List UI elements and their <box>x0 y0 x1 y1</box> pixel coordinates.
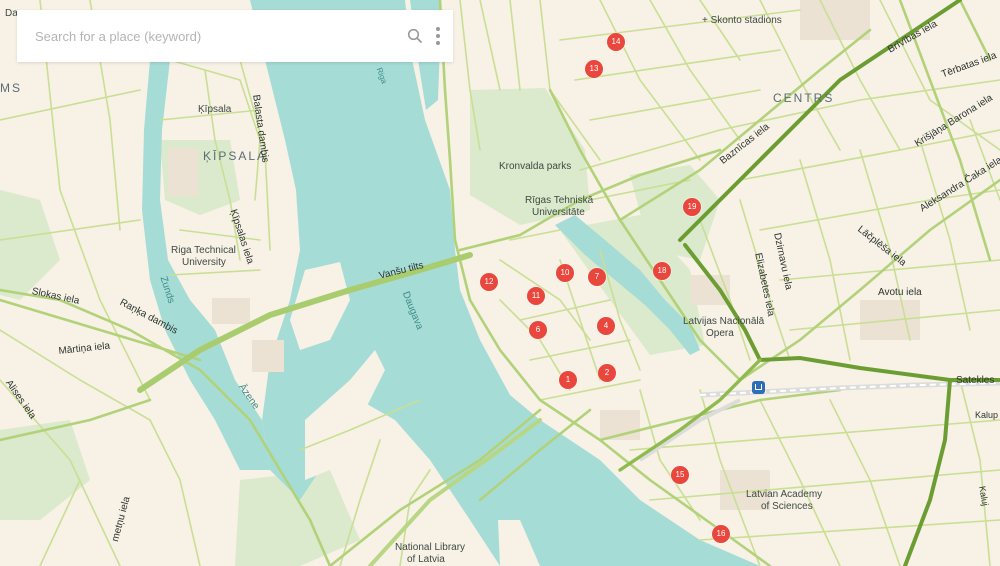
place-marker[interactable]: 15 <box>671 466 689 484</box>
poi-label-rtu-centre-1: Rīgas Tehniskā <box>525 195 594 206</box>
search-panel <box>17 10 453 62</box>
map-canvas[interactable]: MS Da Ķīpsala ĶĪPSALA CENTRS + Skonto st… <box>0 0 1000 566</box>
poi-label-academy-2: of Sciences <box>761 501 813 512</box>
poi-label-rtu-1: Riga Technical <box>171 245 236 256</box>
map-base <box>0 0 1000 566</box>
place-marker[interactable]: 10 <box>556 264 574 282</box>
place-marker[interactable]: 7 <box>588 268 606 286</box>
road-label-satekles: Satekles <box>956 375 995 386</box>
poi-label-opera-2: Opera <box>706 328 734 339</box>
area-label: Da <box>5 8 18 19</box>
place-marker[interactable]: 14 <box>607 33 625 51</box>
road-label-kalup: Kalup <box>975 410 999 420</box>
place-marker[interactable]: 12 <box>480 273 498 291</box>
place-marker[interactable]: 19 <box>683 198 701 216</box>
road-label-avotu: Avotu iela <box>878 287 922 298</box>
place-marker[interactable]: 1 <box>559 371 577 389</box>
place-marker[interactable]: 18 <box>653 262 671 280</box>
search-input[interactable] <box>35 24 405 48</box>
search-icon[interactable] <box>406 27 424 45</box>
poi-label-academy-1: Latvian Academy <box>746 489 823 500</box>
district-label-centrs: CENTRS <box>773 91 835 105</box>
poi-label-kronvalda: Kronvalda parks <box>499 161 572 172</box>
area-label-kipsala: Ķīpsala <box>198 104 232 115</box>
poi-label-rtu-centre-2: Universitāte <box>532 207 585 218</box>
place-marker[interactable]: 6 <box>529 321 547 339</box>
poi-label-skonto: + Skonto stadions <box>702 15 782 26</box>
poi-label-library-2: of Latvia <box>407 554 445 565</box>
poi-label-opera-1: Latvijas Nacionālā <box>683 316 765 327</box>
place-marker[interactable]: 11 <box>527 287 545 305</box>
more-vertical-icon[interactable] <box>431 25 445 47</box>
district-label: MS <box>0 81 22 95</box>
place-marker[interactable]: 13 <box>585 60 603 78</box>
train-station-icon[interactable] <box>752 381 765 394</box>
poi-label-library-1: National Library <box>395 542 466 553</box>
place-marker[interactable]: 4 <box>597 317 615 335</box>
place-marker[interactable]: 2 <box>598 364 616 382</box>
poi-label-rtu-2: University <box>182 257 226 268</box>
place-marker[interactable]: 16 <box>712 525 730 543</box>
